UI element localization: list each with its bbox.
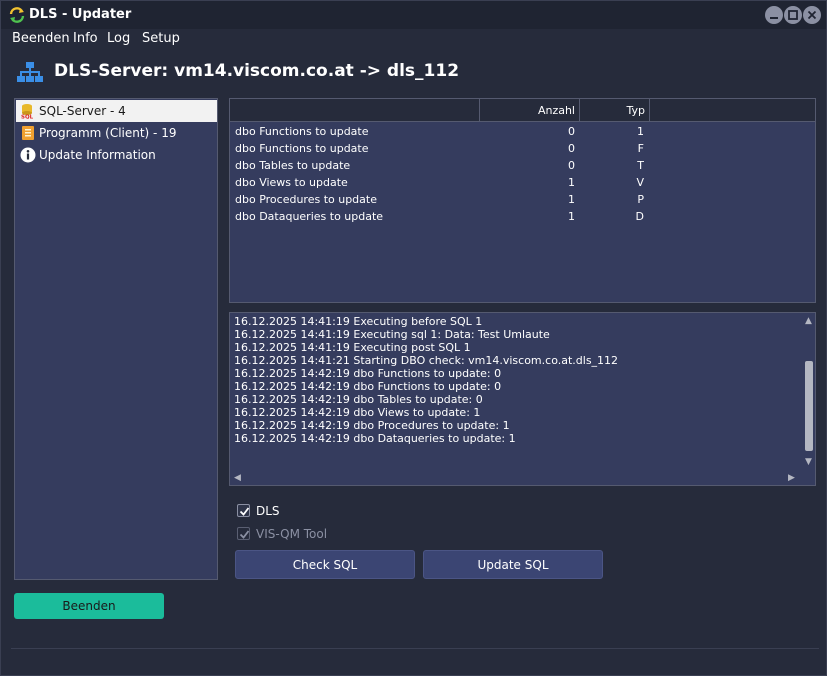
checkbox-box[interactable]	[237, 504, 250, 517]
app-window: DLS - Updater Beenden Info Log Setup DLS…	[0, 0, 827, 676]
checkbox-box[interactable]	[237, 527, 250, 540]
table-row[interactable]: dbo Functions to update 0 F	[230, 141, 815, 158]
cell-typ: F	[637, 142, 644, 155]
cell-name: dbo Tables to update	[235, 159, 351, 172]
cell-typ: P	[637, 193, 644, 206]
cell-typ: T	[637, 159, 644, 172]
checkmark-icon	[239, 530, 250, 539]
cell-anzahl: 1	[568, 210, 575, 223]
tree-item-programm-client[interactable]: Programm (Client) - 19	[16, 122, 217, 144]
scroll-left-icon[interactable]: ◀	[234, 473, 241, 483]
update-summary-grid: Anzahl Typ dbo Functions to update 0 1 dbo …	[229, 98, 816, 303]
cell-name: dbo Functions to update	[235, 142, 369, 155]
cell-name: dbo Procedures to update	[235, 193, 377, 206]
log-line: 16.12.2025 14:42:19 dbo Procedures to up…	[234, 419, 510, 432]
minimize-button[interactable]	[765, 6, 783, 24]
log-line: 16.12.2025 14:42:19 dbo Tables to update…	[234, 393, 483, 406]
sync-arrows-icon	[9, 7, 25, 23]
cell-name: dbo Functions to update	[235, 125, 369, 138]
tree-item-update-information[interactable]: Update Information	[16, 144, 217, 166]
scrollbar-thumb[interactable]	[805, 361, 813, 451]
column-header-anzahl[interactable]: Anzahl	[480, 99, 580, 122]
info-icon	[20, 147, 36, 163]
tree-item-label: Programm (Client) - 19	[39, 126, 177, 140]
log-line: 16.12.2025 14:41:21 Starting DBO check: …	[234, 354, 619, 367]
maximize-button[interactable]	[784, 6, 802, 24]
log-line: 16.12.2025 14:42:19 dbo Functions to upd…	[234, 367, 502, 380]
cell-anzahl: 0	[568, 125, 575, 138]
table-row[interactable]: dbo Procedures to update 1 P	[230, 192, 815, 209]
table-row[interactable]: dbo Views to update 1 V	[230, 175, 815, 192]
tree-item-label: SQL-Server - 4	[39, 104, 126, 118]
scroll-right-icon[interactable]: ▶	[788, 473, 795, 483]
log-output[interactable]: 16.12.2025 14:41:19 Executing before SQL…	[229, 312, 816, 486]
cell-typ: D	[635, 210, 644, 223]
maximize-icon	[788, 10, 798, 20]
check-sql-button[interactable]: Check SQL	[235, 550, 415, 579]
table-row[interactable]: dbo Tables to update 0 T	[230, 158, 815, 175]
page-title: DLS-Server: vm14.viscom.co.at -> dls_112	[54, 61, 460, 81]
beenden-button[interactable]: Beenden	[14, 593, 164, 619]
menu-info[interactable]: Info	[73, 31, 98, 46]
close-button[interactable]	[803, 6, 821, 24]
category-tree: SQL SQL-Server - 4 Programm (Client) - 1…	[14, 98, 218, 580]
log-line: 16.12.2025 14:41:19 Executing sql 1: Dat…	[234, 328, 550, 341]
cell-typ: V	[636, 176, 644, 189]
window-title: DLS - Updater	[29, 7, 132, 22]
tree-item-label: Update Information	[39, 148, 156, 162]
log-line: 16.12.2025 14:42:19 dbo Functions to upd…	[234, 380, 502, 393]
update-sql-button[interactable]: Update SQL	[423, 550, 603, 579]
close-icon	[807, 10, 817, 20]
svg-text:SQL: SQL	[21, 115, 34, 120]
menu-beenden[interactable]: Beenden	[12, 31, 70, 46]
cell-typ: 1	[637, 125, 644, 138]
sql-icon: SQL	[21, 104, 34, 120]
checkbox-label: VIS-QM Tool	[256, 527, 328, 541]
document-icon	[22, 126, 34, 140]
cell-anzahl: 0	[568, 142, 575, 155]
log-line: 16.12.2025 14:42:19 dbo Dataqueries to u…	[234, 432, 516, 445]
table-row[interactable]: dbo Dataqueries to update 1 D	[230, 209, 815, 226]
menu-bar: Beenden Info Log Setup	[1, 29, 826, 49]
log-vertical-scrollbar[interactable]: ▲ ▼	[802, 313, 816, 471]
cell-anzahl: 1	[568, 193, 575, 206]
log-line: 16.12.2025 14:41:19 Executing before SQL…	[234, 315, 483, 328]
scroll-down-icon[interactable]: ▼	[805, 457, 812, 467]
log-horizontal-scrollbar[interactable]: ◀ ▶	[230, 471, 802, 485]
column-header-typ[interactable]: Typ	[580, 99, 650, 122]
network-hierarchy-icon	[17, 62, 43, 82]
log-line: 16.12.2025 14:41:19 Executing post SQL 1	[234, 341, 471, 354]
column-header-name[interactable]	[230, 99, 480, 122]
grid-header: Anzahl Typ	[230, 99, 815, 122]
menu-setup[interactable]: Setup	[142, 31, 180, 46]
checkmark-icon	[239, 507, 250, 516]
scroll-up-icon[interactable]: ▲	[805, 316, 812, 326]
cell-anzahl: 1	[568, 176, 575, 189]
menu-log[interactable]: Log	[107, 31, 130, 46]
footer-divider	[11, 648, 819, 649]
cell-name: dbo Views to update	[235, 176, 348, 189]
log-line: 16.12.2025 14:42:19 dbo Views to update:…	[234, 406, 481, 419]
minimize-icon	[770, 17, 778, 19]
table-row[interactable]: dbo Functions to update 0 1	[230, 124, 815, 141]
cell-name: dbo Dataqueries to update	[235, 210, 384, 223]
cell-anzahl: 0	[568, 159, 575, 172]
title-bar[interactable]: DLS - Updater	[1, 1, 826, 29]
checkbox-label: DLS	[256, 504, 280, 518]
tree-item-sql-server[interactable]: SQL SQL-Server - 4	[16, 100, 217, 122]
